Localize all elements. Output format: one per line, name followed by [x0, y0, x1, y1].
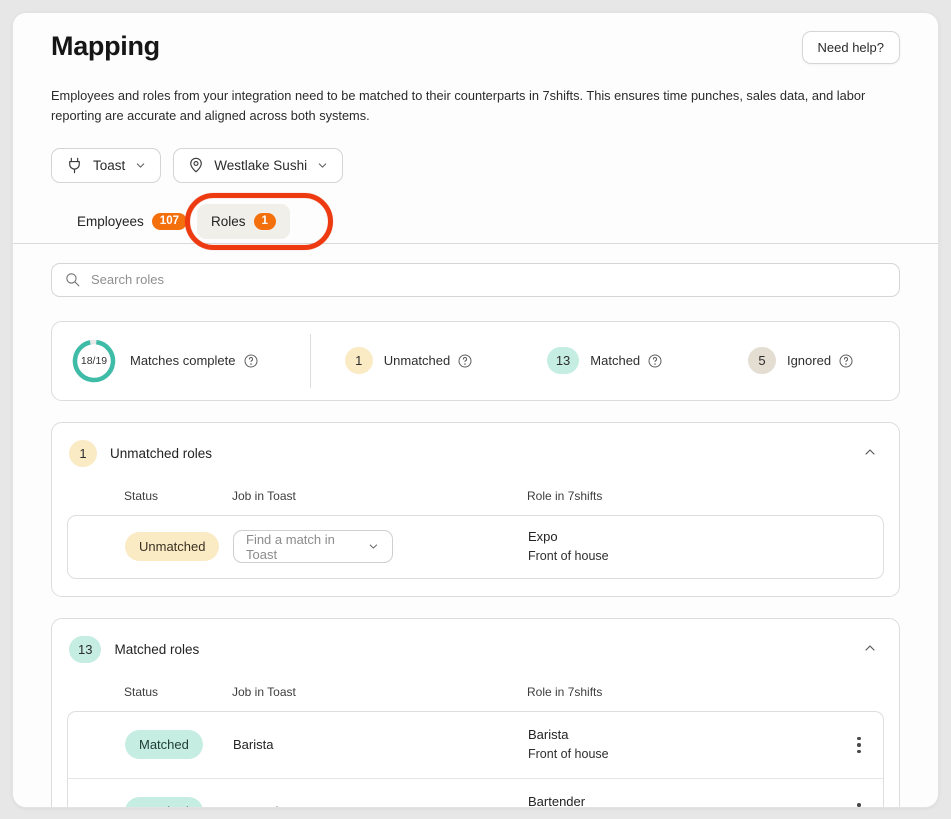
match-summary-card: 18/19 Matches complete 1 Unmatched — [51, 321, 900, 401]
unmatched-rows-card: Unmatched Find a match in Toast Expo Fro… — [67, 515, 884, 579]
matched-section-header: 13 Matched roles — [52, 619, 899, 669]
role-department: Front of house — [528, 547, 835, 566]
progress-label: Matches complete — [130, 353, 236, 368]
unmatched-label: Unmatched — [384, 353, 450, 368]
matched-section-title: Matched roles — [114, 642, 199, 657]
role-cell: Expo Front of house — [528, 527, 835, 567]
need-help-button[interactable]: Need help? — [802, 31, 901, 64]
location-dropdown-label: Westlake Sushi — [214, 158, 307, 173]
matched-roles-section: 13 Matched roles Status Job in Toast Rol… — [51, 618, 900, 808]
page-description: Employees and roles from your integratio… — [51, 86, 900, 127]
search-icon — [64, 271, 81, 288]
matched-count-badge: 13 — [547, 347, 579, 374]
location-pin-icon — [187, 156, 205, 174]
unmatched-roles-section: 1 Unmatched roles Status Job in Toast Ro… — [51, 422, 900, 597]
tab-employees-label: Employees — [77, 214, 144, 229]
row-menu-kebab-icon[interactable] — [851, 731, 867, 760]
employees-count-badge: 107 — [152, 213, 187, 231]
role-name: Barista — [528, 725, 835, 745]
tab-roles-label: Roles — [211, 214, 246, 229]
unmatched-section-header: 1 Unmatched roles — [52, 423, 899, 473]
help-icon[interactable] — [838, 353, 854, 369]
unmatched-section-title: Unmatched roles — [110, 446, 212, 461]
stat-matched: 13 Matched — [507, 347, 703, 374]
role-department: Front of house — [528, 745, 835, 764]
column-role-in-7shifts: Role in 7shifts — [527, 685, 836, 699]
find-match-select[interactable]: Find a match in Toast — [233, 530, 393, 563]
help-icon[interactable] — [457, 353, 473, 369]
column-role-in-7shifts: Role in 7shifts — [527, 489, 836, 503]
tabs: Employees 107 Roles 1 — [51, 200, 900, 244]
chevron-down-icon — [367, 540, 380, 553]
table-header-row: Status Job in Toast Role in 7shifts — [67, 473, 884, 513]
job-name: Barista — [233, 737, 528, 752]
tab-employees[interactable]: Employees 107 — [63, 204, 201, 240]
search-box — [51, 263, 900, 297]
table-row: Unmatched Find a match in Toast Expo Fro… — [68, 516, 883, 578]
stat-unmatched: 1 Unmatched — [311, 347, 507, 374]
chevron-up-icon — [862, 640, 878, 656]
integration-dropdown-label: Toast — [93, 158, 125, 173]
role-name: Expo — [528, 527, 835, 547]
table-row: Matched Bartender Bartender Front of hou… — [68, 778, 883, 808]
matched-rows-card: Matched Barista Barista Front of house M… — [67, 711, 884, 808]
help-icon[interactable] — [647, 353, 663, 369]
unmatched-section-count-badge: 1 — [69, 440, 97, 467]
table-row: Matched Barista Barista Front of house — [68, 712, 883, 778]
status-badge: Matched — [125, 797, 203, 808]
roles-count-badge: 1 — [254, 213, 276, 231]
summary-stats: 1 Unmatched 13 Matched — [311, 347, 899, 374]
integration-dropdown[interactable]: Toast — [51, 148, 161, 183]
column-job-in-toast: Job in Toast — [232, 489, 527, 503]
page-title: Mapping — [51, 31, 160, 62]
matched-section-count-badge: 13 — [69, 636, 101, 663]
progress-donut: 18/19 — [71, 338, 117, 384]
stat-ignored: 5 Ignored — [703, 347, 899, 374]
chevron-up-icon — [862, 444, 878, 460]
mapping-page-card: Mapping Need help? Employees and roles f… — [12, 12, 939, 808]
plug-icon — [65, 156, 84, 175]
role-cell: Bartender Front of house — [528, 792, 835, 808]
unmatched-count-badge: 1 — [345, 347, 373, 374]
collapse-section-button[interactable] — [858, 636, 882, 663]
tab-roles[interactable]: Roles 1 — [197, 204, 290, 240]
table-header-row: Status Job in Toast Role in 7shifts — [67, 669, 884, 709]
location-dropdown[interactable]: Westlake Sushi — [173, 148, 343, 183]
chevron-down-icon — [316, 159, 329, 172]
status-badge: Matched — [125, 730, 203, 759]
chevron-down-icon — [134, 159, 147, 172]
filter-row: Toast Westlake Sushi — [51, 148, 900, 183]
progress-group: 18/19 Matches complete — [52, 338, 310, 384]
role-name: Bartender — [528, 792, 835, 808]
column-job-in-toast: Job in Toast — [232, 685, 527, 699]
job-name: Bartender — [233, 804, 528, 808]
matched-label: Matched — [590, 353, 640, 368]
help-icon[interactable] — [243, 353, 259, 369]
row-menu-kebab-icon[interactable] — [851, 797, 867, 808]
status-badge: Unmatched — [125, 532, 219, 561]
role-cell: Barista Front of house — [528, 725, 835, 765]
tabs-divider — [13, 243, 938, 244]
page-header: Mapping Need help? — [51, 31, 900, 64]
ignored-count-badge: 5 — [748, 347, 776, 374]
progress-fraction: 18/19 — [71, 338, 117, 384]
find-match-select-placeholder: Find a match in Toast — [246, 532, 367, 562]
column-status: Status — [124, 685, 232, 699]
ignored-label: Ignored — [787, 353, 831, 368]
search-input[interactable] — [91, 272, 887, 287]
collapse-section-button[interactable] — [858, 440, 882, 467]
column-status: Status — [124, 489, 232, 503]
